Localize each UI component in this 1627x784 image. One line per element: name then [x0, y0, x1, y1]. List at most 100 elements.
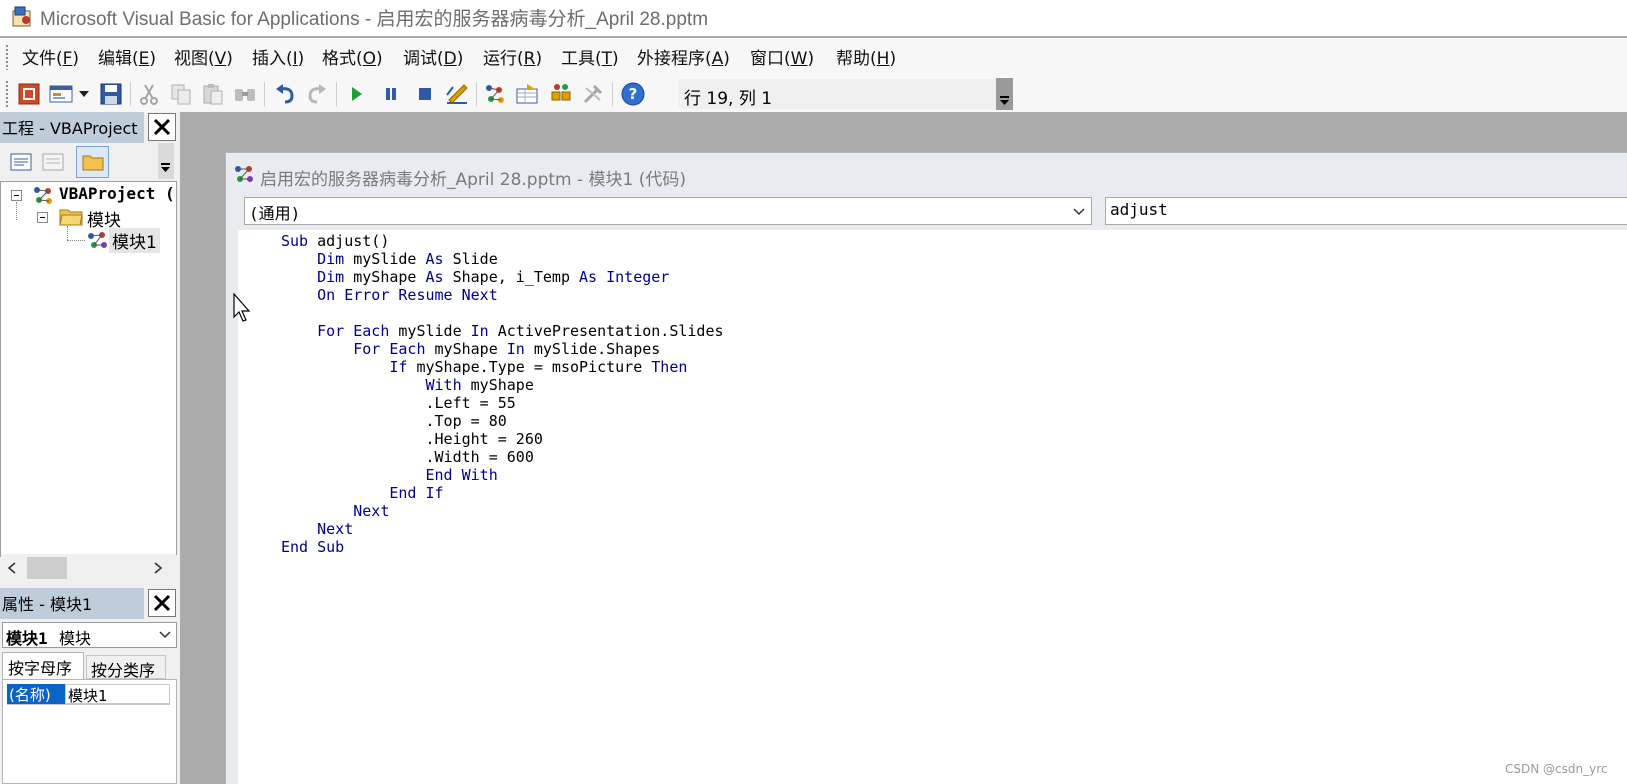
- code-line[interactable]: End With: [281, 466, 498, 484]
- menu-item-accelerator: A: [711, 49, 724, 69]
- properties-window-icon[interactable]: [514, 81, 540, 107]
- menu-item[interactable]: 文件(F): [22, 44, 79, 69]
- code-line[interactable]: Next: [281, 520, 353, 538]
- code-text: .Left = 55: [281, 394, 516, 412]
- scroll-thumb[interactable]: [27, 557, 67, 579]
- menu-item-accelerator: H: [876, 49, 890, 69]
- code-text: mySlide: [353, 250, 426, 268]
- redo-icon[interactable]: [304, 81, 330, 107]
- toggle-folders-icon[interactable]: [76, 146, 109, 178]
- chevron-down-icon: [1073, 208, 1085, 216]
- object-selector-dropdown[interactable]: 模块1 模块: [2, 622, 177, 648]
- menu-item-accelerator: F: [62, 49, 73, 69]
- code-line[interactable]: Sub adjust(): [281, 232, 389, 250]
- run-icon[interactable]: [344, 81, 370, 107]
- tree-item-module1[interactable]: 模块1: [109, 228, 160, 253]
- code-line[interactable]: End Sub: [281, 538, 344, 556]
- code-editor[interactable]: [268, 230, 1627, 784]
- menu-item-label-tail: ): [72, 49, 80, 69]
- code-line[interactable]: End If: [281, 484, 444, 502]
- dropdown-arrow-icon[interactable]: [76, 81, 92, 107]
- code-line[interactable]: Dim myShape As Shape, i_Temp As Integer: [281, 268, 669, 286]
- code-line[interactable]: Next: [281, 502, 389, 520]
- toolbar-options-button[interactable]: [996, 78, 1013, 110]
- menu-item-label-tail: ): [226, 49, 233, 69]
- code-line[interactable]: For Each myShape In mySlide.Shapes: [281, 340, 660, 358]
- menu-item-label-tail: ): [297, 49, 305, 69]
- grid-line: [7, 704, 170, 705]
- code-line[interactable]: .Left = 55: [281, 394, 516, 412]
- code-keyword: As: [425, 250, 453, 268]
- menu-item[interactable]: 插入(I): [252, 44, 304, 69]
- collapse-toggle-folder[interactable]: [37, 212, 48, 223]
- procedure-combo[interactable]: adjust: [1105, 197, 1627, 225]
- scroll-right-icon[interactable]: [153, 562, 163, 574]
- reset-icon[interactable]: [412, 81, 438, 107]
- menu-item-label-tail: ): [889, 49, 897, 69]
- property-name-cell[interactable]: (名称): [7, 684, 65, 704]
- code-keyword: End If: [389, 484, 444, 502]
- project-explorer-icon[interactable]: [482, 81, 508, 107]
- toolbox-icon[interactable]: [580, 81, 606, 107]
- code-text: .Width = 600: [281, 448, 534, 466]
- menu-item-accelerator: O: [362, 49, 377, 69]
- copy-icon[interactable]: [168, 81, 194, 107]
- code-line[interactable]: With myShape: [281, 376, 534, 394]
- code-line[interactable]: Dim mySlide As Slide: [281, 250, 498, 268]
- menu-item[interactable]: 工具(T): [561, 44, 619, 69]
- menu-item[interactable]: 调试(D): [403, 44, 463, 69]
- project-toolbar-scroll[interactable]: [158, 143, 174, 179]
- find-icon[interactable]: [232, 81, 258, 107]
- insert-userform-icon[interactable]: [48, 81, 74, 107]
- menu-item[interactable]: 视图(V): [174, 44, 233, 69]
- menu-grip-handle[interactable]: [5, 44, 9, 70]
- view-code-icon[interactable]: [8, 149, 34, 175]
- menu-item[interactable]: 格式(O): [322, 44, 383, 69]
- code-text: Shape, i_Temp: [452, 268, 580, 286]
- code-line[interactable]: If myShape.Type = msoPicture Then: [281, 358, 687, 376]
- code-line[interactable]: .Width = 600: [281, 448, 534, 466]
- code-line[interactable]: .Height = 260: [281, 430, 542, 448]
- view-object-icon[interactable]: [40, 149, 66, 175]
- project-panel-close-button[interactable]: [148, 113, 176, 141]
- project-tree-hscrollbar[interactable]: [1, 555, 177, 581]
- property-value-cell[interactable]: 模块1: [65, 684, 170, 705]
- powerpoint-view-icon[interactable]: [16, 81, 42, 107]
- properties-panel-title: 属性 - 模块1: [0, 588, 144, 619]
- code-line[interactable]: On Error Resume Next: [281, 286, 498, 304]
- code-text: myShape: [470, 376, 534, 394]
- scroll-left-icon[interactable]: [7, 562, 17, 574]
- menu-item[interactable]: 运行(R): [483, 44, 542, 69]
- properties-panel-close-button[interactable]: [148, 589, 176, 617]
- object-browser-icon[interactable]: [548, 81, 574, 107]
- chevron-down-icon: [159, 631, 171, 639]
- code-text: .Top = 80: [281, 412, 507, 430]
- cut-icon[interactable]: [136, 81, 162, 107]
- vbaproject-icon: [31, 184, 55, 206]
- code-keyword: Then: [651, 358, 688, 376]
- code-line[interactable]: For Each mySlide In ActivePresentation.S…: [281, 322, 723, 340]
- break-icon[interactable]: [378, 81, 404, 107]
- menu-item-label: 外接程序(: [637, 49, 712, 69]
- project-tree: VBAProject ( 模块 模块1: [0, 181, 177, 580]
- menu-item-label: 调试(: [403, 49, 444, 69]
- tab-categorized[interactable]: 按分类序: [86, 655, 166, 680]
- design-mode-icon[interactable]: [444, 81, 470, 107]
- tab-alphabetic[interactable]: 按字母序: [2, 652, 84, 679]
- code-line[interactable]: .Top = 80: [281, 412, 507, 430]
- help-icon[interactable]: ?: [620, 81, 646, 107]
- menu-item[interactable]: 帮助(H): [836, 44, 896, 69]
- undo-icon[interactable]: [272, 81, 298, 107]
- paste-icon[interactable]: [200, 81, 226, 107]
- toolbar-grip-handle[interactable]: [5, 80, 9, 108]
- tree-root-vbaproject[interactable]: VBAProject (: [59, 184, 175, 203]
- collapse-toggle-root[interactable]: [11, 190, 22, 201]
- code-window-title: 启用宏的服务器病毒分析_April 28.pptm - 模块1 (代码): [260, 170, 687, 190]
- save-icon[interactable]: [98, 81, 124, 107]
- menu-item[interactable]: 外接程序(A): [637, 44, 730, 69]
- menu-item[interactable]: 编辑(E): [98, 44, 156, 69]
- code-text: mySlide.Shapes: [533, 340, 661, 358]
- object-combo[interactable]: (通用): [244, 197, 1092, 225]
- menu-item[interactable]: 窗口(W): [750, 44, 814, 69]
